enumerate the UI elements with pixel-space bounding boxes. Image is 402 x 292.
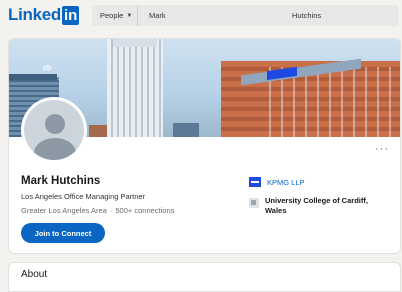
company-logo-icon (249, 177, 261, 187)
current-company[interactable]: KPMG LLP (249, 177, 305, 187)
profile-name: Mark Hutchins (21, 175, 101, 187)
separator-dot: · (109, 206, 113, 215)
education-school[interactable]: University College of Cardiff, Wales (249, 196, 385, 216)
last-name-input[interactable]: Hutchins (292, 11, 321, 20)
people-search-bar: People ▼ Mark Hutchins (92, 5, 398, 26)
search-type-dropdown[interactable]: People ▼ (92, 5, 138, 26)
avatar-placeholder-icon (24, 100, 84, 160)
join-to-connect-button[interactable]: Join to Connect (21, 223, 105, 243)
about-section: About (8, 262, 401, 292)
profile-location-line: Greater Los Angeles Area · 500+ connecti… (21, 206, 174, 215)
cover-building-sign: cb (43, 65, 52, 72)
logo-word: Linked (8, 5, 61, 24)
caret-down-icon: ▼ (126, 12, 133, 19)
company-name: KPMG LLP (267, 177, 305, 187)
logo-box: in (62, 5, 80, 25)
first-name-input[interactable]: Mark (149, 11, 166, 20)
avatar (21, 97, 87, 163)
cover-building (173, 123, 199, 137)
profile-headline: Los Angeles Office Managing Partner (21, 192, 146, 201)
cover-building-roof (9, 74, 57, 80)
profile-card: cb ··· Mark Hutchins Los Angeles Office … (8, 38, 401, 254)
avatar-head (45, 114, 65, 134)
linkedin-logo[interactable]: Linked in (8, 5, 80, 25)
school-name: University College of Cardiff, Wales (265, 196, 368, 215)
cover-skyscraper-cap (113, 39, 157, 47)
school-logo-icon (249, 198, 259, 208)
cover-skyscraper (107, 39, 163, 137)
profile-connections: 500+ connections (115, 206, 175, 215)
top-nav-bar: Linked in People ▼ Mark Hutchins (0, 0, 402, 32)
cover-building (89, 125, 107, 137)
more-icon[interactable]: ··· (375, 143, 389, 155)
search-type-label: People (100, 11, 124, 20)
avatar-body (34, 138, 76, 160)
profile-location: Greater Los Angeles Area (21, 206, 107, 215)
about-title: About (21, 269, 48, 280)
